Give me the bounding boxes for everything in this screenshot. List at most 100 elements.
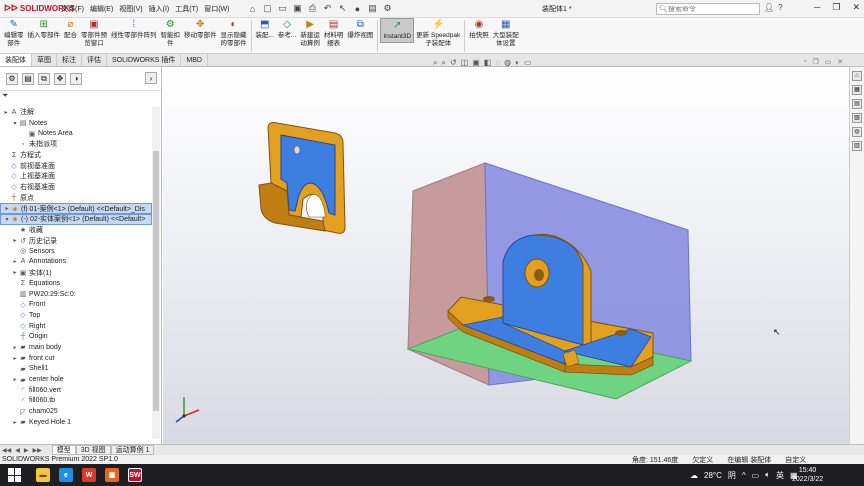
input-language[interactable]: 英 (776, 470, 784, 481)
tree-item-19[interactable]: ◇ Top (0, 310, 152, 321)
tree-item-26[interactable]: ◜ fill060.vert (0, 385, 152, 396)
display-style-icon[interactable]: ◧ (484, 58, 492, 68)
dimxpert-icon[interactable]: ✥ (54, 72, 66, 85)
menu-item-3[interactable]: 插入(I) (146, 4, 173, 14)
menu-item-5[interactable]: 窗口(W) (201, 4, 232, 14)
task-home-icon[interactable]: ⌂ (852, 71, 862, 81)
tree-expand-icon[interactable]: ▸ (3, 205, 11, 212)
right-mount-hole[interactable] (615, 330, 627, 336)
tree-item-17[interactable]: ▥ PW20:29:Sc:0: (0, 289, 152, 300)
undo-icon[interactable]: ↶ (321, 3, 333, 15)
tree-expand-icon[interactable]: ▾ (11, 120, 19, 127)
ribbon-button-14[interactable]: ⚡ 更新 Speedpak 子装配体 (414, 18, 462, 48)
tree-scrollbar[interactable] (152, 107, 160, 439)
ribbon-button-1[interactable]: ⊞ 插入零部件 (26, 18, 63, 41)
network-icon[interactable]: ▭ (752, 471, 760, 480)
vp-minimize-icon[interactable]: ▫ (804, 58, 806, 66)
design-library-icon[interactable]: ▦ (852, 85, 862, 95)
minimize-icon[interactable]: ─ (814, 2, 820, 13)
section-view-icon[interactable]: ◫ (461, 58, 469, 68)
tree-item-15[interactable]: ▸ ▣ 实体(1) (0, 267, 152, 278)
tree-item-24[interactable]: ▰ Shell1 (0, 364, 152, 375)
tree-item-28[interactable]: ◸ cham025 (0, 406, 152, 417)
menu-item-0[interactable]: 文件(F) (58, 4, 87, 14)
tree-item-16[interactable]: Σ Equations (0, 278, 152, 289)
tree-item-9[interactable]: ▸ ◈ (f) 01-案例<1> (Default) <<Default>_Dis (0, 203, 152, 214)
custom-properties-icon[interactable]: ▥ (852, 141, 862, 151)
solidworks-app-icon[interactable]: SW (128, 468, 142, 482)
tree-item-13[interactable]: ◎ Sensors (0, 246, 152, 257)
vp-maximize-icon[interactable]: ▭ (825, 58, 832, 66)
ribbon-button-8[interactable]: ⬒ 装配... (254, 18, 276, 41)
wps-app-icon[interactable]: W (82, 468, 96, 482)
tab-0[interactable]: 装配体 (0, 54, 32, 66)
ribbon-button-4[interactable]: ⁞ 线性零部件阵列 (109, 18, 159, 41)
appearances-icon[interactable]: ◍ (852, 127, 862, 137)
view-orientation-icon[interactable]: ▣ (472, 58, 480, 68)
search-box[interactable]: 🔍︎ (656, 3, 760, 15)
tab-nav-first-icon[interactable]: ◀◀ (0, 447, 13, 454)
tree-item-20[interactable]: ◇ Right (0, 321, 152, 332)
property-manager-icon[interactable]: ▤ (22, 72, 34, 85)
tree-item-18[interactable]: ◇ Front (0, 299, 152, 310)
tree-item-5[interactable]: ◇ 前视基准面 (0, 160, 152, 171)
model-view[interactable]: ↖ (163, 67, 849, 446)
clock[interactable]: 15:40 2022/3/22 (792, 466, 823, 484)
tree-item-29[interactable]: ▸ ▰ Keyed Hole 1 (0, 417, 152, 428)
tree-item-25[interactable]: ▸ ▰ center hole (0, 374, 152, 385)
restore-icon[interactable]: ❐ (832, 2, 840, 13)
tree-expand-icon[interactable]: ▸ (11, 269, 19, 276)
home-icon[interactable]: ⌂ (246, 3, 258, 15)
tab-nav-last-icon[interactable]: ▶▶ (30, 447, 43, 454)
tree-item-22[interactable]: ▸ ▰ main body (0, 342, 152, 353)
ribbon-button-16[interactable]: ▦ 大型装配 体设置 (491, 18, 521, 48)
ribbon-button-5[interactable]: ⚙ 智能扣件 (159, 18, 183, 48)
open-icon[interactable]: ▭ (276, 3, 288, 15)
tab-nav-next-icon[interactable]: ▶ (22, 447, 31, 454)
tree-expand-icon[interactable]: ▸ (11, 355, 19, 362)
tree-expand-icon[interactable]: ▸ (11, 419, 19, 426)
feature-tree-icon[interactable]: ⚙ (6, 72, 18, 85)
ribbon-button-11[interactable]: ▤ 材料明 细表 (322, 18, 346, 48)
left-mount-hole[interactable] (483, 296, 495, 302)
menu-item-4[interactable]: 工具(T) (172, 4, 201, 14)
file-explorer-app-icon[interactable]: ▬ (36, 468, 50, 482)
edge-browser-icon[interactable]: e (59, 468, 73, 482)
tab-4[interactable]: SOLIDWORKS 插件 (107, 54, 182, 66)
configuration-manager-icon[interactable]: ⧉ (38, 72, 50, 85)
menu-item-1[interactable]: 编辑(E) (87, 4, 116, 14)
tree-scroll-thumb[interactable] (153, 151, 159, 411)
panel-expand-arrow-icon[interactable]: › (145, 72, 157, 84)
unit-system[interactable]: 自定义 (785, 455, 806, 465)
edit-appearance-icon[interactable]: ◍ (504, 58, 511, 68)
ribbon-button-0[interactable]: ✎ 编辑零 部件 (2, 18, 26, 48)
tree-item-0[interactable]: ▸ A 注解 (0, 107, 152, 118)
weather-icon[interactable]: ☁ (690, 471, 698, 480)
tree-item-8[interactable]: ┼ 原点 (0, 193, 152, 204)
tab-2[interactable]: 标注 (57, 54, 82, 66)
tree-expand-icon[interactable]: ▸ (2, 109, 10, 116)
vp-restore-icon[interactable]: ❐ (812, 58, 818, 66)
tree-item-12[interactable]: ▸ ↺ 历史记录 (0, 235, 152, 246)
tree-item-2[interactable]: ▣ Notes Area (0, 128, 152, 139)
file-explorer-icon[interactable]: ▤ (852, 99, 862, 109)
part-bracket-01[interactable] (258, 122, 346, 234)
model-svg[interactable]: ↖ (163, 67, 849, 444)
tree-expand-icon[interactable]: ▾ (3, 216, 11, 223)
user-icon[interactable]: 👤︎ (764, 3, 774, 12)
temperature[interactable]: 28°C (704, 471, 722, 480)
tree-item-3[interactable]: ▫ 未指派项 (0, 139, 152, 150)
save-icon[interactable]: ▣ (291, 3, 303, 15)
tree-item-1[interactable]: ▾ ▤ Notes (0, 118, 152, 129)
ribbon-button-13[interactable]: ↗ Instant3D (380, 18, 415, 43)
search-input[interactable] (667, 5, 748, 13)
tree-item-4[interactable]: Σ 方程式 (0, 150, 152, 161)
zoom-area-icon[interactable]: ⌕ (441, 58, 445, 68)
tree-item-21[interactable]: ┼ Origin (0, 331, 152, 342)
tab-3[interactable]: 评估 (82, 54, 107, 66)
tab-nav-prev-icon[interactable]: ◀ (13, 447, 22, 454)
hide-show-icon[interactable]: ◌ (495, 58, 500, 68)
ribbon-button-12[interactable]: ⧉ 爆炸视图 (345, 18, 375, 41)
bottom-tab-1[interactable]: 3D 视图 (75, 445, 111, 455)
view-palette-icon[interactable]: ▧ (852, 113, 862, 123)
